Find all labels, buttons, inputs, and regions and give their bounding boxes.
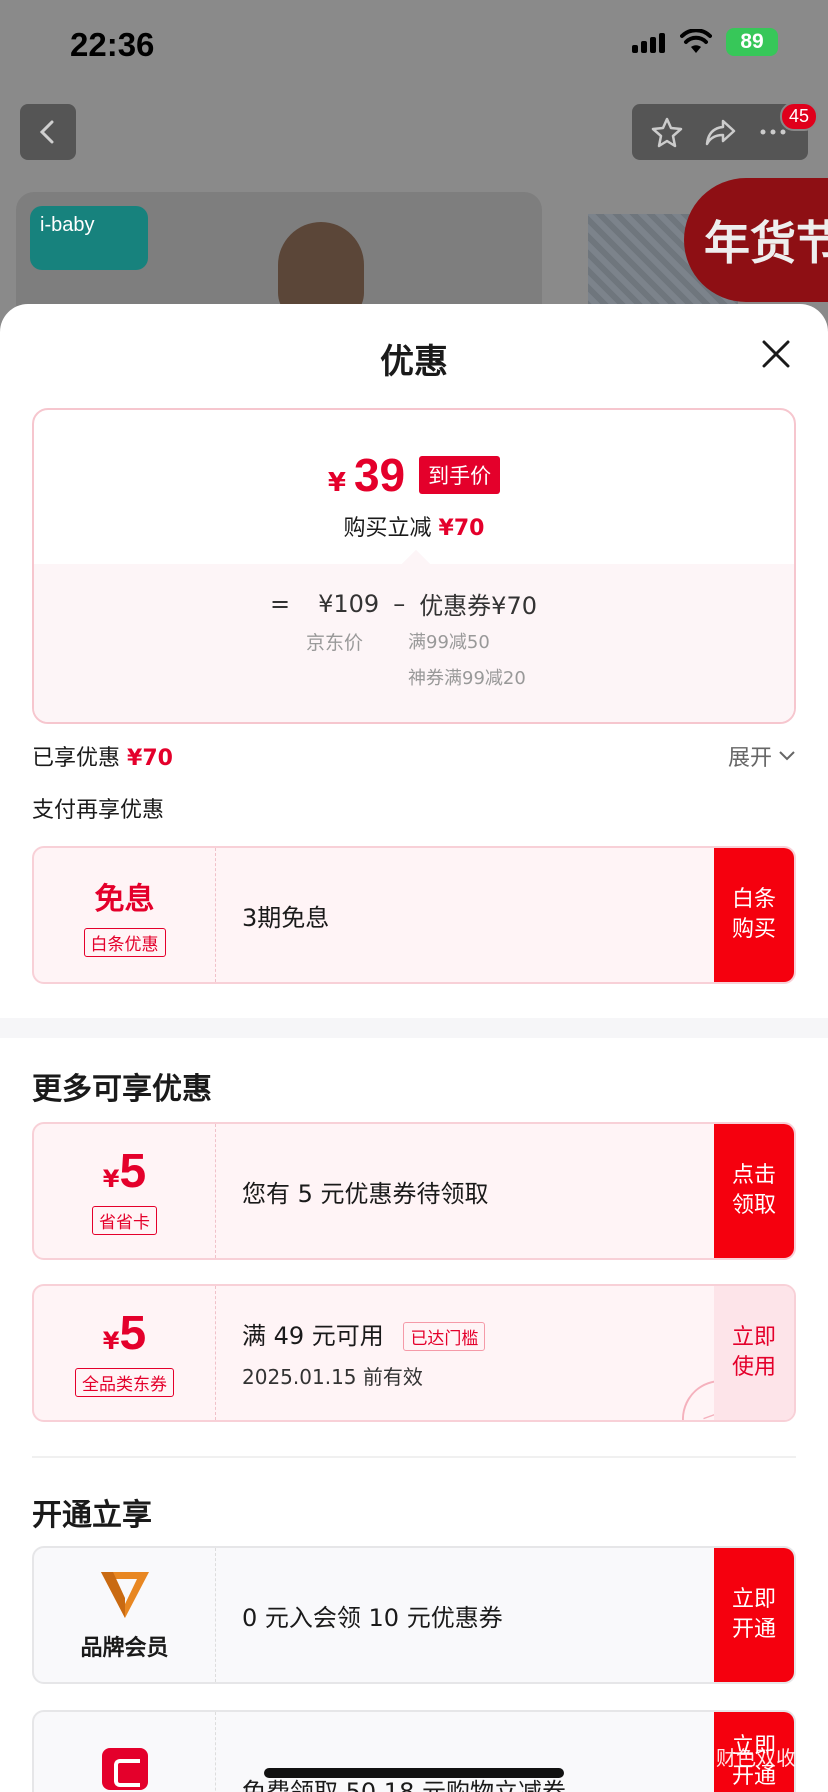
discount-sheet: 优惠 ¥ 39 到手价 购买立减 ¥70 = ¥109 – 优惠券¥70 京东价 <box>0 304 828 1792</box>
baitiao-text: 3期免息 <box>242 903 330 932</box>
price-formula: = ¥109 – 优惠券¥70 <box>270 586 537 621</box>
sheet-title: 优惠 <box>380 342 448 382</box>
sheet-header: 优惠 <box>0 304 828 404</box>
saver-coupon-text: 您有 5 元优惠券待领取 <box>242 1179 489 1208</box>
home-indicator <box>264 1768 564 1778</box>
section-divider <box>0 1018 828 1038</box>
baitiao-tag: 白条优惠 <box>83 927 166 957</box>
festival-badge: 年货节 <box>684 178 828 302</box>
final-price: ¥ 39 到手价 <box>34 448 794 502</box>
watermark: 财色双收 <box>716 1746 796 1770</box>
chevron-down-icon <box>779 751 795 761</box>
open-membership-title: 开通立享 <box>32 1498 152 1533</box>
all-coupon-currency: ¥ <box>102 1326 120 1355</box>
star-icon[interactable] <box>650 115 684 149</box>
close-icon[interactable] <box>756 334 796 374</box>
all-category-coupon-card: ¥ 5 全品类东券 满 49 元可用 已达门槛 2025.01.15 前有效 已… <box>32 1284 796 1422</box>
saver-coupon-value: 5 <box>119 1144 147 1198</box>
saver-coupon-currency: ¥ <box>102 1164 120 1193</box>
status-bar: 22:36 89 <box>0 0 828 90</box>
section-separator <box>32 1456 796 1458</box>
enjoyed-discount-row: 已享优惠 ¥70 展开 <box>32 740 796 772</box>
brand-logo: i-baby <box>30 206 148 270</box>
price-summary-card: ¥ 39 到手价 购买立减 ¥70 = ¥109 – 优惠券¥70 京东价 满9… <box>32 408 796 724</box>
baitiao-buy-button[interactable]: 白条 购买 <box>714 848 794 982</box>
final-price-tag: 到手价 <box>419 456 501 494</box>
price-breakdown: = ¥109 – 优惠券¥70 京东价 满99减50 神券满99减20 <box>34 564 794 722</box>
status-time: 22:36 <box>70 26 155 63</box>
message-count-badge: 45 <box>780 102 819 131</box>
coupon-total: 优惠券¥70 <box>419 592 537 620</box>
wallet-icon <box>101 1748 148 1790</box>
jd-price: ¥109 <box>318 589 380 618</box>
interest-free-label: 免息 <box>94 881 155 917</box>
wallet-offer-card: 免费领取 50.18 元购物立减券 立即 开通 <box>32 1710 796 1792</box>
enjoyed-label: 已享优惠 <box>32 746 121 771</box>
coupon-line-1: 满99减50 <box>408 632 490 653</box>
baitiao-offer-card: 免息 白条优惠 3期免息 白条 购买 <box>32 846 796 984</box>
share-icon[interactable] <box>703 115 737 149</box>
brand-member-text: 0 元入会领 10 元优惠券 <box>242 1603 503 1632</box>
coupon-line-2: 神券满99减20 <box>408 668 526 689</box>
instant-reduction: 购买立减 ¥70 <box>34 510 794 542</box>
jd-price-label: 京东价 <box>306 632 364 654</box>
brand-v-logo-icon <box>100 1572 149 1618</box>
expand-button[interactable]: 展开 <box>728 740 796 772</box>
saver-coupon-card: ¥ 5 省省卡 您有 5 元优惠券待领取 点击 领取 <box>32 1122 796 1260</box>
equals-sign: = <box>270 589 291 618</box>
saver-card-tag: 省省卡 <box>92 1205 157 1235</box>
cellular-signal-icon <box>632 31 666 53</box>
claim-coupon-button[interactable]: 点击 领取 <box>714 1124 794 1258</box>
back-button[interactable] <box>20 104 76 160</box>
join-member-button[interactable]: 立即 开通 <box>714 1548 794 1682</box>
all-category-tag: 全品类东券 <box>75 1367 174 1397</box>
coupon-expiry: 2025.01.15 前有效 <box>242 1365 423 1390</box>
pay-offers-title: 支付再享优惠 <box>32 798 165 823</box>
brand-member-label: 品牌会员 <box>80 1636 169 1661</box>
coupon-condition: 满 49 元可用 <box>242 1321 384 1350</box>
use-coupon-button[interactable]: 立即 使用 <box>714 1286 794 1420</box>
more-offers-title: 更多可享优惠 <box>32 1072 212 1107</box>
battery-level: 89 <box>740 30 764 53</box>
all-coupon-value: 5 <box>119 1306 147 1360</box>
price-amount: 39 <box>353 449 406 501</box>
enjoyed-value: ¥70 <box>127 746 173 771</box>
background-page: 22:36 89 45 i-baby 年货节 <box>0 0 828 330</box>
all-coupon-amount: ¥ 5 <box>102 1306 147 1360</box>
reduce-value: ¥70 <box>438 516 485 541</box>
chevron-left-icon <box>39 120 54 144</box>
reduce-label: 购买立减 <box>343 516 432 541</box>
price-currency: ¥ <box>327 468 346 498</box>
expand-label: 展开 <box>727 746 772 771</box>
minus-sign: – <box>393 589 406 618</box>
battery-icon: 89 <box>726 28 778 56</box>
brand-member-card: 品牌会员 0 元入会领 10 元优惠券 立即 开通 <box>32 1546 796 1684</box>
saver-coupon-amount: ¥ 5 <box>102 1144 147 1198</box>
wifi-icon <box>680 29 712 53</box>
threshold-reached-tag: 已达门槛 <box>403 1322 486 1352</box>
